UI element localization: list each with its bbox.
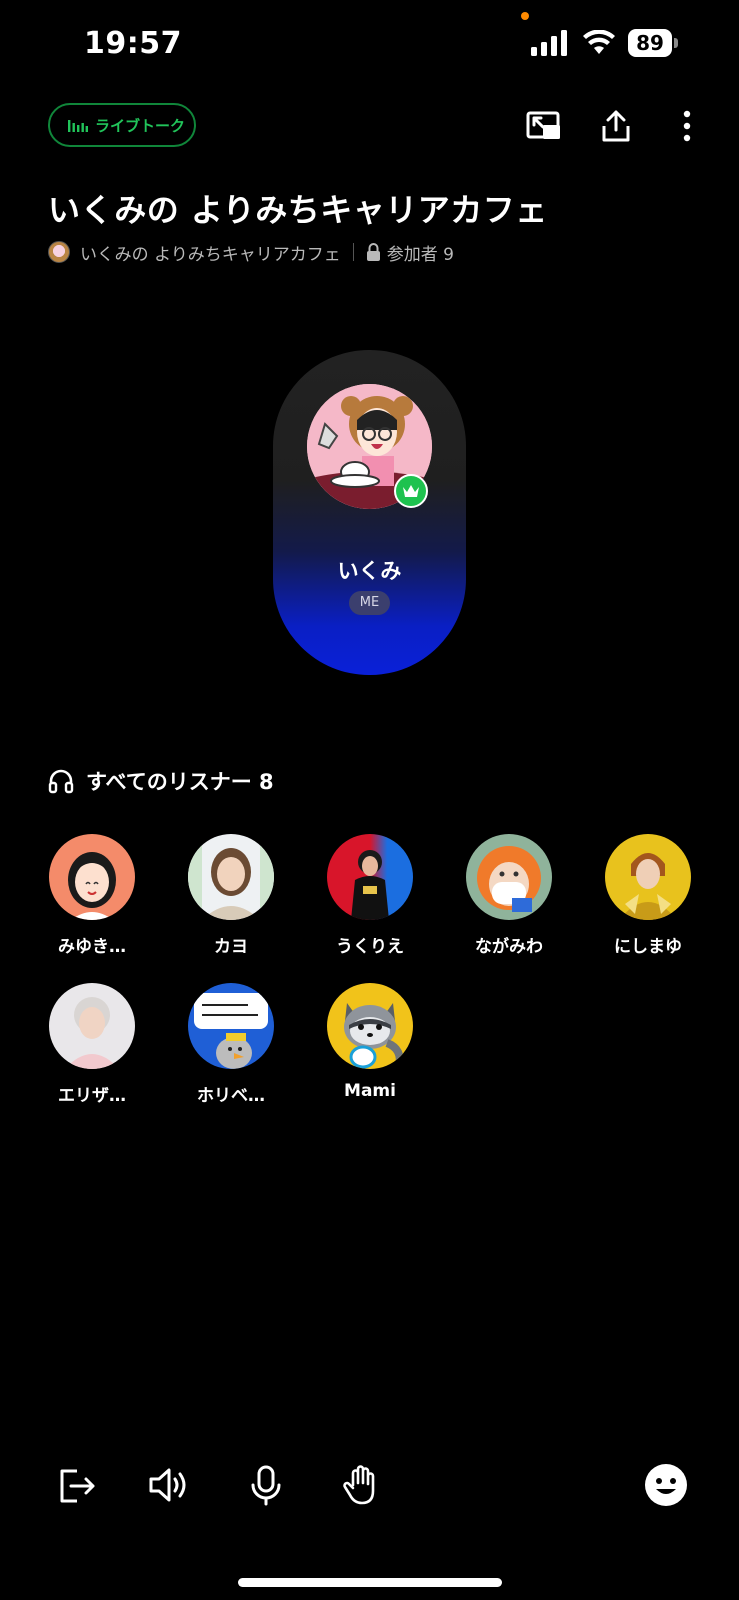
battery-level: 89: [628, 29, 672, 57]
speaker-icon[interactable]: [147, 1463, 191, 1507]
raise-hand-icon[interactable]: [340, 1463, 384, 1507]
more-icon[interactable]: [669, 108, 705, 144]
listener-name: うくりえ: [336, 937, 404, 957]
listener-item[interactable]: カヨ: [171, 834, 291, 957]
live-talk-badge: ライブトーク: [48, 103, 196, 147]
listener-name: カヨ: [214, 937, 248, 957]
me-badge: ME: [349, 591, 390, 615]
privacy-indicator: [521, 12, 529, 20]
headphones-icon: [48, 769, 74, 794]
listener-avatar: [188, 983, 274, 1069]
listener-avatar: [49, 983, 135, 1069]
listener-item[interactable]: ホリベ…: [171, 983, 291, 1106]
listener-name: Mami: [344, 1081, 396, 1101]
audio-bars-icon: [68, 120, 88, 132]
status-bar: 19:57 89: [0, 0, 739, 90]
listener-avatar: [188, 834, 274, 920]
listeners-heading: すべてのリスナー 8: [48, 766, 274, 796]
leave-icon[interactable]: [55, 1463, 99, 1507]
battery-icon: 89: [628, 29, 678, 57]
emoji-icon[interactable]: [644, 1463, 688, 1507]
host-room-name: いくみの よりみちキャリアカフェ: [80, 244, 341, 265]
home-indicator[interactable]: [238, 1578, 502, 1587]
participant-count: 参加者 9: [386, 244, 454, 265]
listener-name: ながみわ: [475, 937, 543, 957]
listener-item[interactable]: エリザ…: [32, 983, 152, 1106]
listener-name: ホリベ…: [197, 1086, 265, 1106]
divider: [352, 243, 354, 261]
lock-icon: [366, 243, 380, 261]
pip-icon[interactable]: [526, 108, 562, 144]
host-crown-badge: [394, 474, 428, 508]
listeners-heading-label: すべてのリスナー 8: [86, 770, 274, 794]
listener-avatar: [327, 983, 413, 1069]
share-icon[interactable]: [598, 108, 634, 144]
wifi-icon: [583, 30, 615, 54]
listener-item[interactable]: うくりえ: [310, 834, 430, 957]
listener-item[interactable]: Mami: [310, 983, 430, 1101]
status-time: 19:57: [84, 26, 182, 61]
listener-name: みゆき…: [58, 937, 126, 957]
listener-item[interactable]: みゆき…: [32, 834, 152, 957]
host-mini-avatar: [48, 241, 70, 263]
room-title: いくみの よりみちキャリアカフェ: [48, 191, 548, 229]
listener-name: にしまゆ: [614, 937, 682, 957]
live-talk-label: ライブトーク: [95, 116, 186, 135]
listener-name: エリザ…: [58, 1086, 126, 1106]
listener-avatar: [605, 834, 691, 920]
listener-avatar: [49, 834, 135, 920]
cellular-signal-icon: [531, 30, 567, 56]
speaker-name: いくみ: [337, 559, 402, 583]
listener-avatar: [466, 834, 552, 920]
mic-icon[interactable]: [244, 1463, 288, 1507]
listener-avatar: [327, 834, 413, 920]
listener-item[interactable]: にしまゆ: [588, 834, 708, 957]
listener-item[interactable]: ながみわ: [449, 834, 569, 957]
room-subtitle: いくみの よりみちキャリアカフェ 参加者 9: [48, 240, 454, 265]
crown-icon: [403, 485, 419, 497]
